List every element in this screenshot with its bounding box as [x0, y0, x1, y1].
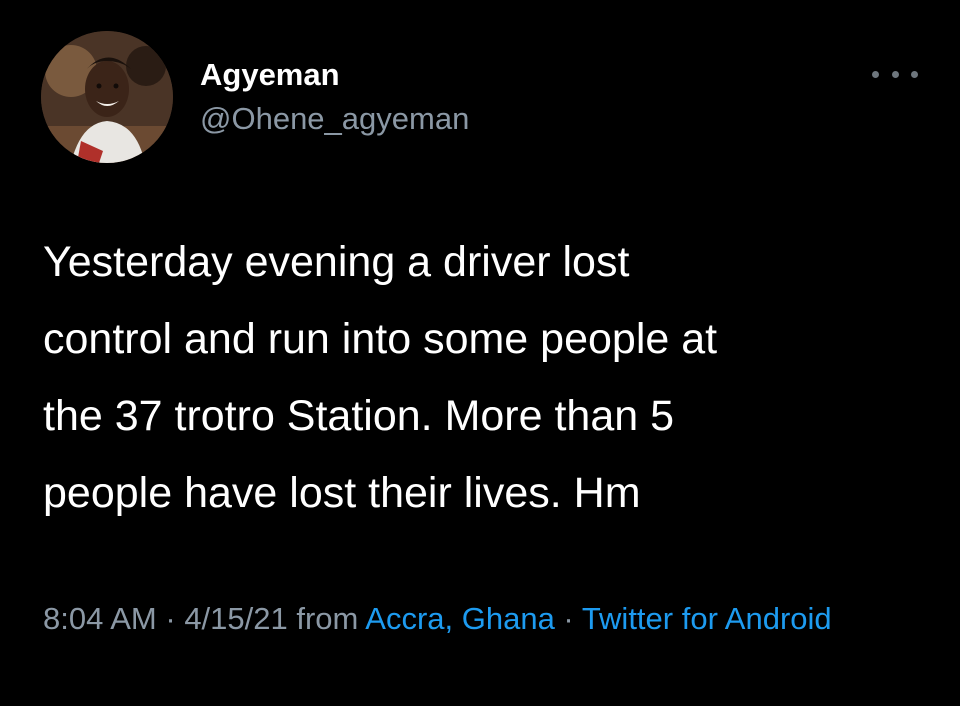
user-handle[interactable]: @Ohene_agyeman — [200, 100, 469, 138]
avatar[interactable] — [41, 31, 173, 163]
tweet-text-line: Yesterday evening a driver lost — [43, 238, 630, 286]
tweet-time[interactable]: 8:04 AM — [43, 601, 157, 636]
tweet-text: Yesterday evening a driver lost control … — [43, 224, 923, 532]
more-dot — [872, 70, 879, 78]
avatar-image — [41, 31, 173, 163]
tweet-date[interactable]: 4/15/21 — [184, 601, 287, 636]
tweet-text-line: control and run into some people at — [43, 315, 718, 363]
more-dot — [911, 70, 918, 78]
tweet-metadata: 8:04 AM · 4/15/21 from Accra, Ghana · Tw… — [43, 594, 923, 644]
source-link[interactable]: Twitter for Android — [582, 601, 832, 636]
from-text: from — [287, 601, 366, 636]
tweet-card: Agyeman @Ohene_agyeman Yesterday evening… — [0, 0, 960, 706]
location-link[interactable]: Accra, Ghana — [365, 601, 555, 636]
more-dot — [891, 70, 899, 78]
tweet-text-line: the 37 trotro Station. More than 5 — [43, 392, 675, 440]
meta-separator: · — [156, 601, 185, 636]
meta-separator: · — [554, 601, 582, 636]
tweet-text-line: people have lost their lives. Hm — [43, 469, 641, 517]
more-options-icon[interactable] — [872, 62, 918, 86]
display-name[interactable]: Agyeman — [200, 56, 340, 94]
